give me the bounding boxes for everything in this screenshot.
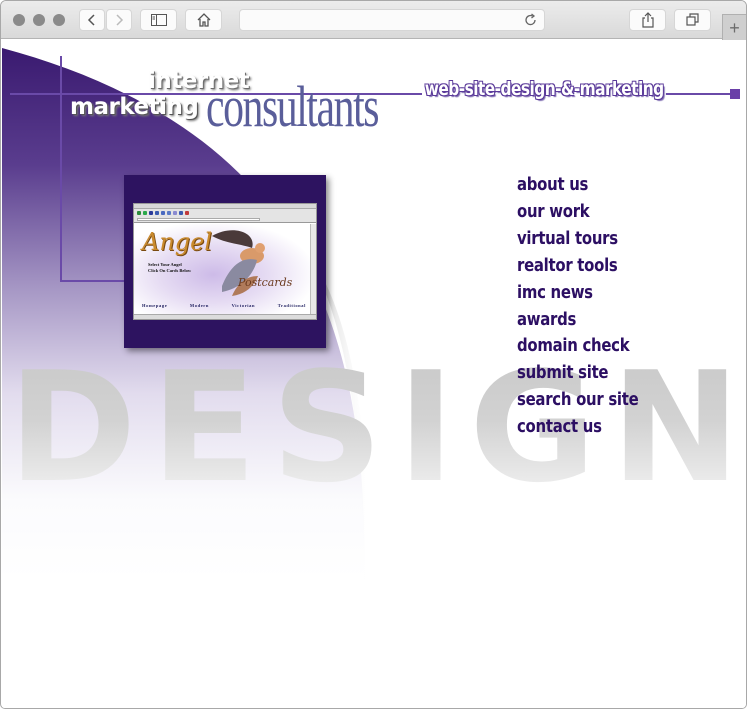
nav-contact-us[interactable]: contact us (517, 414, 638, 441)
plus-icon: + (729, 17, 740, 38)
logo-marketing: marketing (70, 94, 199, 120)
logo-consultants: consultants (206, 74, 380, 139)
mini-link: Traditional (277, 303, 306, 308)
portfolio-screenshot[interactable]: Angel Select Your Angel Click On Cards B… (124, 175, 326, 348)
share-button[interactable] (629, 9, 666, 31)
nav-search-our-site[interactable]: search our site (517, 387, 639, 414)
address-bar[interactable] (239, 9, 545, 31)
mini-reload-icon (155, 211, 159, 215)
select-angel-text: Select Your Angel Click On Cards Below (148, 262, 191, 275)
nav-realtor-tools[interactable]: realtor tools (517, 253, 638, 280)
sidebar-icon (150, 14, 167, 26)
nav-awards[interactable]: awards (517, 307, 638, 334)
mini-scrollbar (310, 224, 316, 316)
mini-link: Homepage (142, 303, 168, 308)
mini-open-icon (167, 211, 171, 215)
mini-nav-links: Homepage Modern Victorian Traditional (142, 303, 306, 308)
mini-print-icon (173, 211, 177, 215)
new-tab-button[interactable]: + (722, 14, 746, 40)
nav-our-work[interactable]: our work (517, 199, 638, 226)
forward-button[interactable] (106, 9, 132, 31)
reload-icon[interactable] (524, 13, 538, 27)
mini-forward-icon (143, 211, 147, 215)
mini-back-icon (137, 211, 141, 215)
frame-rule (60, 280, 130, 282)
nav-submit-site[interactable]: submit site (517, 360, 638, 387)
home-icon (197, 13, 210, 27)
nav-imc-news[interactable]: imc news (517, 280, 638, 307)
main-nav: about us our work virtual tours realtor … (517, 172, 649, 441)
mini-find-icon (179, 211, 183, 215)
show-tabs-button[interactable] (674, 9, 711, 31)
mini-home-icon (149, 211, 153, 215)
mini-browser-window: Angel Select Your Angel Click On Cards B… (133, 203, 317, 320)
nav-virtual-tours[interactable]: virtual tours (517, 226, 638, 253)
mini-stop-icon (185, 211, 189, 215)
browser-window: + design (0, 0, 747, 709)
chevron-left-icon (87, 14, 95, 26)
nav-domain-check[interactable]: domain check (517, 333, 638, 360)
tabs-overview-icon (685, 13, 699, 26)
mini-location-bar (134, 217, 316, 223)
mini-link: Modern (189, 303, 210, 308)
click-text: Click On Cards Below (148, 268, 192, 274)
vertical-rule (60, 56, 62, 282)
sidebar-toggle-button[interactable] (140, 9, 177, 31)
mini-status-bar (134, 314, 316, 319)
angel-illustration (212, 230, 265, 296)
home-button[interactable] (185, 9, 222, 31)
back-button[interactable] (79, 9, 105, 31)
nav-about-us[interactable]: about us (517, 172, 638, 199)
minimize-window-button[interactable] (33, 14, 45, 26)
rule-end-square (730, 89, 740, 99)
zoom-window-button[interactable] (53, 14, 65, 26)
share-icon (641, 12, 654, 28)
chevron-right-icon (116, 14, 124, 26)
mini-page-content: Angel Select Your Angel Click On Cards B… (134, 224, 310, 316)
browser-toolbar: + (1, 1, 746, 40)
close-window-button[interactable] (13, 14, 25, 26)
mini-link: Victorian (231, 303, 256, 308)
mini-toolbar (134, 209, 316, 217)
tagline: web-site-design-&-marketing (422, 80, 667, 99)
postcards-heading: Postcards (238, 276, 293, 289)
mini-images-icon (161, 211, 165, 215)
web-page: design internet marketing consultants we… (2, 40, 746, 708)
